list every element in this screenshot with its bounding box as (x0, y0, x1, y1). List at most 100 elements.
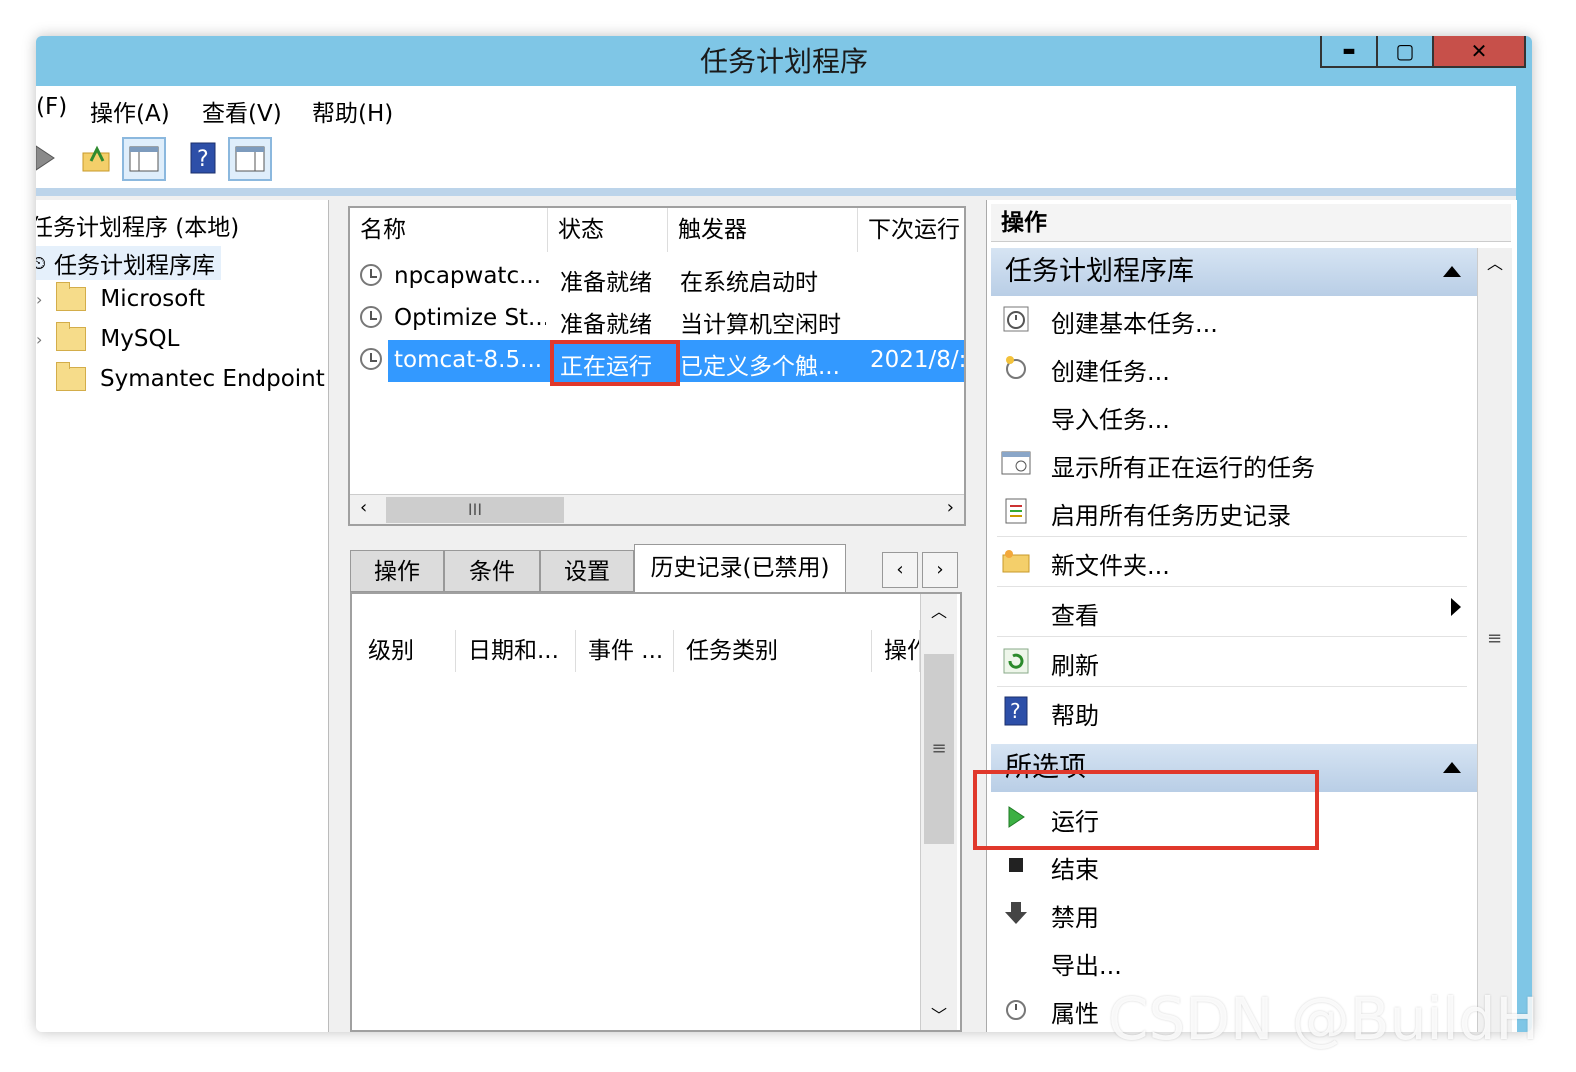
clock-icon (360, 306, 382, 328)
action-label: 刷新 (1051, 652, 1099, 680)
tab-next-button[interactable]: › (922, 552, 958, 588)
console-tree: 任务计划程序 (本地) ⏲ 任务计划程序库 › Microsoft › MySQ… (36, 200, 329, 1032)
tab-prev-button[interactable]: ‹ (882, 552, 918, 588)
task-trigger: 已定义多个触... (680, 354, 840, 380)
action-refresh[interactable]: 刷新 (997, 638, 1467, 684)
tree-item-label: Symantec Endpoint (100, 366, 325, 392)
collapse-icon[interactable] (1443, 266, 1461, 277)
column-header-trigger[interactable]: 触发器 (668, 208, 858, 252)
maximize-button[interactable]: ▢ (1376, 36, 1434, 68)
tree-root[interactable]: 任务计划程序 (本地) (36, 208, 239, 242)
menu-help[interactable]: 帮助(H) (312, 94, 393, 128)
menu-file[interactable]: (F) (36, 94, 67, 120)
action-import-task[interactable]: 导入任务... (997, 392, 1467, 438)
expand-arrow-icon[interactable]: › (36, 290, 42, 309)
disable-arrow-icon (1001, 898, 1031, 928)
history-panel: 级别 日期和... 事件 ... 任务类别 操作 ︿ ≡ ﹀ (350, 592, 962, 1032)
action-new-folder[interactable]: 新文件夹... (997, 538, 1467, 584)
action-create-task[interactable]: 创建任务... (997, 344, 1467, 390)
action-help[interactable]: ? 帮助 (997, 688, 1467, 734)
tree-item-library[interactable]: ⏲ 任务计划程序库 (36, 246, 222, 280)
window-title: 任务计划程序 (699, 45, 868, 78)
history-col-event[interactable]: 事件 ... (576, 630, 674, 672)
action-label: 属性 (1051, 1000, 1099, 1028)
history-col-category[interactable]: 任务类别 (674, 630, 872, 672)
running-tasks-icon (1001, 448, 1031, 478)
section-library[interactable]: 任务计划程序库 (991, 248, 1477, 296)
actions-title: 操作 (991, 204, 1511, 242)
close-icon: ✕ (1470, 39, 1488, 63)
scroll-right-icon[interactable]: › (947, 497, 954, 518)
scroll-thumb[interactable]: III (386, 497, 564, 523)
highlight-box (973, 770, 1319, 850)
action-view[interactable]: 查看 (997, 588, 1467, 634)
tree-item-microsoft[interactable]: › Microsoft (36, 282, 206, 312)
help-icon[interactable]: ? (182, 137, 224, 179)
tab-settings[interactable]: 设置 (540, 550, 634, 592)
actions-pane: 操作 任务计划程序库 创建基本任务... 创建任务... 导入任务... 显示所… (973, 200, 1517, 1032)
watermark: CSDN @BuildH (1108, 985, 1540, 1053)
scroll-thumb[interactable]: ≡ (1487, 628, 1502, 649)
forward-arrow-icon[interactable] (36, 137, 66, 179)
folder-icon (56, 322, 87, 351)
show-console-tree-icon[interactable] (122, 137, 166, 181)
collapse-icon[interactable] (1443, 762, 1461, 773)
scroll-thumb[interactable]: ≡ (924, 654, 954, 844)
action-show-running[interactable]: 显示所有正在运行的任务 (997, 440, 1467, 486)
tab-conditions[interactable]: 条件 (444, 550, 540, 592)
separator (997, 536, 1467, 537)
action-disable[interactable]: 禁用 (997, 890, 1467, 936)
task-row[interactable]: npcapwatc... 准备就绪 在系统启动时 (350, 256, 964, 298)
task-status: 准备就绪 (560, 312, 652, 338)
scroll-up-icon[interactable]: ︿ (1487, 250, 1503, 274)
history-log-icon (1001, 496, 1031, 526)
close-button[interactable]: ✕ (1432, 36, 1526, 68)
scroll-up-icon[interactable]: ︿ (931, 598, 947, 622)
task-name: npcapwatc... (394, 263, 542, 289)
highlight-box (550, 340, 680, 386)
history-col-level[interactable]: 级别 (356, 630, 456, 672)
submenu-arrow-icon (1451, 598, 1461, 616)
column-header-name[interactable]: 名称 (350, 208, 548, 252)
vertical-scrollbar[interactable]: ︿ ≡ ﹀ (920, 594, 957, 1030)
column-header-next-run[interactable]: 下次运行 (858, 208, 964, 252)
scroll-left-icon[interactable]: ‹ (360, 497, 367, 518)
actions-scrollbar[interactable]: ︿ ≡ (1477, 248, 1512, 1032)
menu-action[interactable]: 操作(A) (90, 94, 170, 128)
tree-item-label: Microsoft (100, 286, 206, 312)
task-status: 准备就绪 (560, 270, 652, 296)
clock-icon (360, 264, 382, 286)
separator (997, 636, 1467, 637)
action-label: 导出... (1051, 952, 1122, 980)
minimize-button[interactable]: ▬ (1320, 36, 1378, 68)
task-scheduler-window: 任务计划程序 ▬ ▢ ✕ (F) 操作(A) 查看(V) 帮助(H) ? 任务计… (36, 36, 1532, 1032)
scroll-down-icon[interactable]: ﹀ (931, 1002, 947, 1026)
folder-up-icon[interactable] (76, 137, 118, 179)
show-action-pane-icon[interactable] (228, 137, 272, 181)
clock-icon (360, 348, 382, 370)
expand-arrow-icon[interactable]: › (36, 330, 42, 349)
action-label: 创建基本任务... (1051, 310, 1218, 338)
section-label: 任务计划程序库 (1005, 256, 1194, 287)
tab-history[interactable]: 历史记录(已禁用) (634, 544, 846, 594)
task-name: Optimize St... (394, 305, 546, 331)
history-col-operation[interactable]: 操作 (872, 630, 920, 672)
properties-icon (1001, 994, 1031, 1024)
horizontal-scrollbar[interactable]: ‹ III › (350, 494, 964, 524)
history-col-date[interactable]: 日期和... (456, 630, 576, 672)
action-enable-history[interactable]: 启用所有任务历史记录 (997, 488, 1467, 534)
maximize-icon: ▢ (1395, 39, 1415, 63)
menu-view[interactable]: 查看(V) (202, 94, 282, 128)
title-bar[interactable]: 任务计划程序 ▬ ▢ ✕ (36, 36, 1532, 86)
action-create-basic-task[interactable]: 创建基本任务... (997, 296, 1467, 342)
task-row[interactable]: Optimize St... 准备就绪 当计算机空闲时 (350, 298, 964, 340)
separator (997, 586, 1467, 587)
action-label: 新文件夹... (1051, 552, 1170, 580)
tab-actions[interactable]: 操作 (350, 550, 444, 592)
column-header-status[interactable]: 状态 (548, 208, 668, 252)
svg-text:?: ? (197, 147, 209, 172)
tree-item-mysql[interactable]: › MySQL (36, 322, 179, 352)
action-export[interactable]: 导出... (997, 938, 1467, 984)
tree-item-symantec[interactable]: Symantec Endpoint (56, 362, 325, 392)
task-name: tomcat-8.5... (394, 347, 543, 373)
